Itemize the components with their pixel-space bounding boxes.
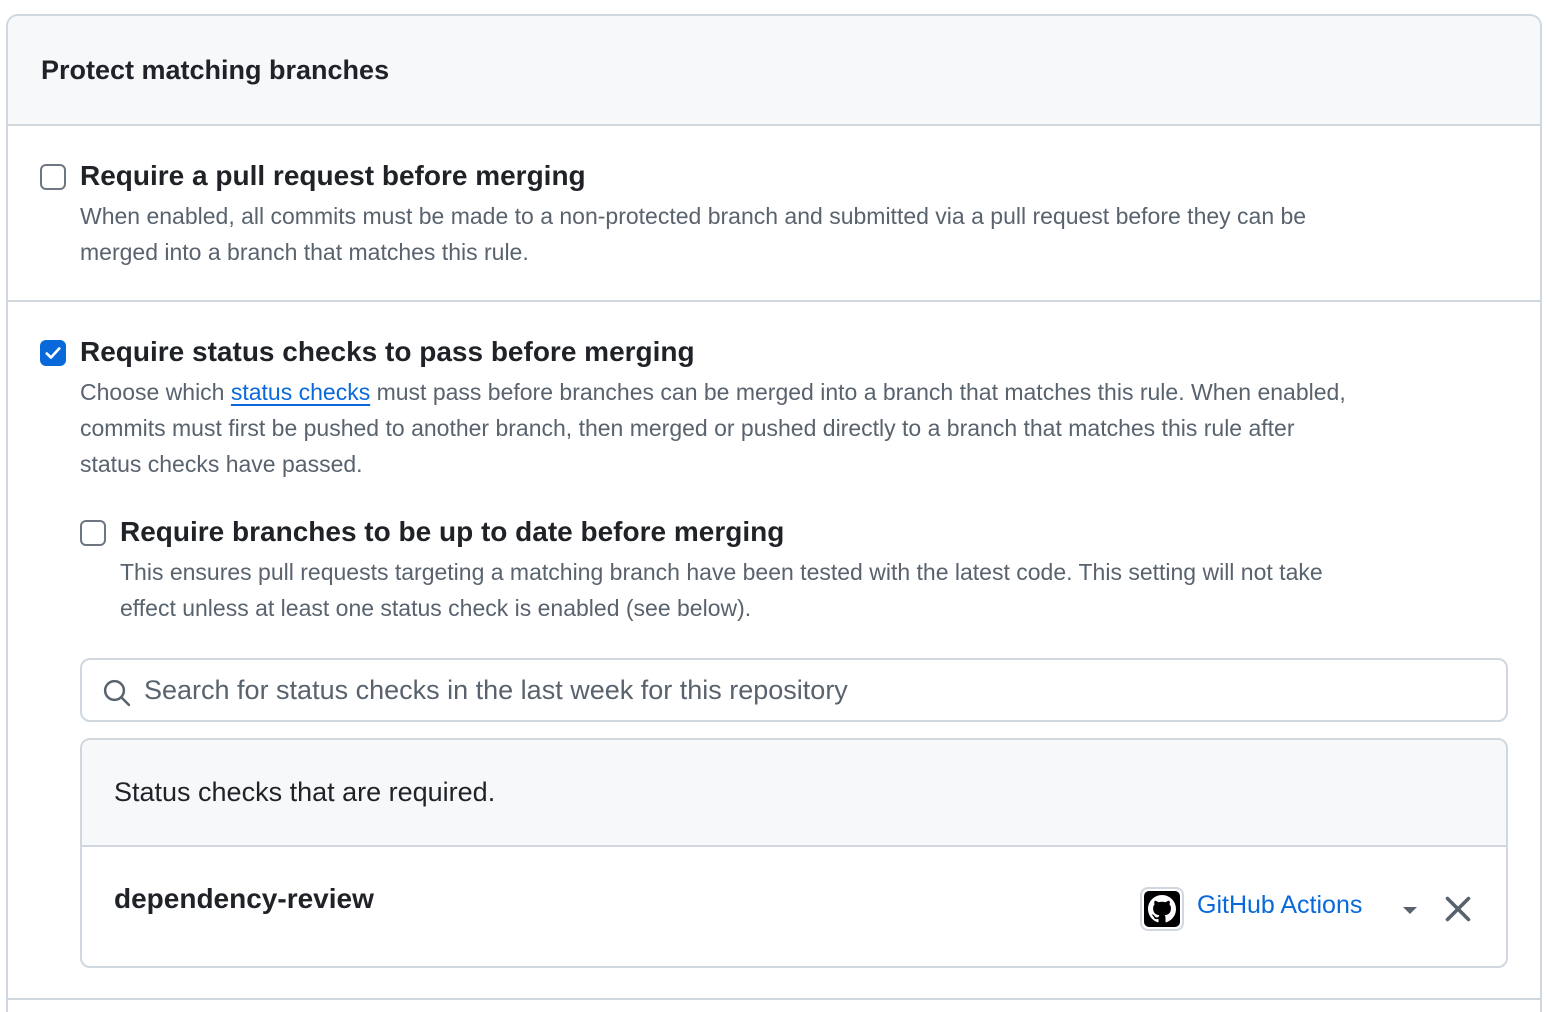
description-line: merged into a branch that matches this r… (80, 239, 529, 265)
table-row: dependency-review GitHub Actions (82, 847, 1506, 966)
remove-check-button[interactable] (1440, 891, 1476, 927)
status-check-name: dependency-review (114, 883, 374, 914)
panel-header: Protect matching branches (8, 16, 1540, 126)
require-pull-request-label[interactable]: Require a pull request before merging (80, 160, 586, 192)
require-up-to-date-description: This ensures pull requests targeting a m… (120, 554, 1323, 626)
rule-require-pull-request: Require a pull request before merging Wh… (8, 126, 1540, 302)
github-actions-app-link[interactable]: GitHub Actions (1197, 891, 1362, 920)
rule-require-status-checks: Require status checks to pass before mer… (8, 302, 1540, 1000)
require-pull-request-checkbox[interactable] (40, 164, 66, 190)
require-pull-request-description: When enabled, all commits must be made t… (80, 198, 1306, 270)
panel-title: Protect matching branches (41, 54, 390, 85)
required-checks-title: Status checks that are required. (114, 777, 496, 807)
required-status-checks-box: Status checks that are required. depende… (80, 738, 1508, 968)
require-status-checks-description: Choose which status checks must pass bef… (80, 374, 1500, 482)
description-line: When enabled, all commits must be made t… (80, 203, 1307, 229)
required-checks-header: Status checks that are required. (82, 740, 1506, 847)
require-up-to-date-label[interactable]: Require branches to be up to date before… (120, 516, 784, 548)
branch-protection-panel: Protect matching branches Require a pull… (6, 14, 1542, 1012)
chevron-down-icon[interactable] (1400, 905, 1420, 917)
description-text: must pass before branches can be merged … (370, 379, 1346, 405)
checkmark-icon (45, 347, 61, 359)
description-line: Choose which status checks must pass bef… (80, 374, 1500, 410)
require-up-to-date-checkbox[interactable] (80, 520, 106, 546)
description-line: status checks have passed. (80, 451, 363, 477)
description-text: Choose which (80, 379, 231, 405)
description-line: effect unless at least one status check … (120, 595, 752, 621)
status-check-search-input[interactable] (144, 668, 1484, 712)
require-status-checks-label[interactable]: Require status checks to pass before mer… (80, 336, 695, 368)
require-status-checks-checkbox[interactable] (40, 340, 66, 366)
description-line: This ensures pull requests targeting a m… (120, 559, 1323, 585)
description-line: commits must first be pushed to another … (80, 415, 1295, 441)
github-mark-icon (1140, 887, 1184, 931)
octocat-glyph (1148, 895, 1176, 923)
status-check-search (80, 658, 1508, 722)
search-icon (103, 679, 131, 707)
status-checks-link[interactable]: status checks (231, 379, 370, 405)
